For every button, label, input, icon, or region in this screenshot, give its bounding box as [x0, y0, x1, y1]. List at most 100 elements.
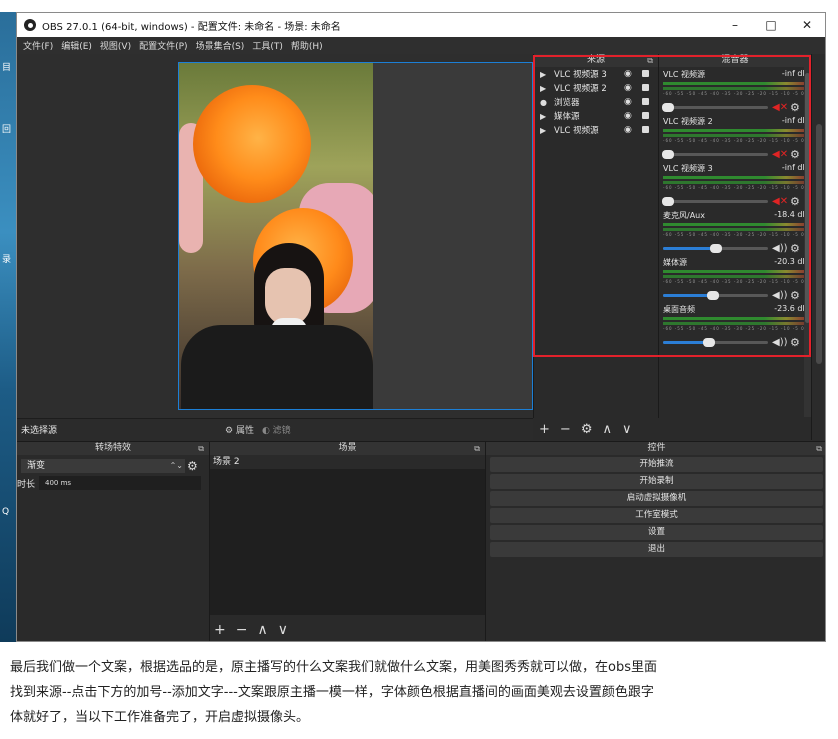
meter-ticks: -60 -55 -50 -45 -40 -35 -30 -25 -20 -15 … [663, 279, 805, 284]
muted-speaker-icon[interactable]: ◀✕ [772, 149, 788, 160]
volume-slider[interactable] [663, 290, 768, 300]
move-down-button[interactable]: ∨ [622, 422, 632, 437]
volume-meter [663, 223, 808, 226]
close-button[interactable]: ✕ [789, 18, 825, 32]
mixer-panel: 混音器 VLC 视频源 -inf dB -60 -55 -50 -45 -40 -3… [658, 54, 811, 418]
menu-edit[interactable]: 编辑(E) [61, 39, 92, 52]
title-bar: OBS 27.0.1 (64-bit, windows) - 配置文件: 未命名… [17, 13, 825, 37]
maximize-button[interactable]: □ [753, 18, 789, 32]
volume-slider[interactable] [663, 337, 768, 347]
spinner-icon[interactable]: ⌃⌄ [170, 459, 183, 473]
desktop-icon-label: Q [2, 507, 10, 517]
menu-view[interactable]: 视图(V) [100, 39, 131, 52]
add-scene-button[interactable]: + [214, 622, 226, 638]
remove-scene-button[interactable]: − [236, 622, 248, 638]
source-item[interactable]: ● 浏览器 ◉ [534, 95, 658, 109]
mixer-channel-header: VLC 视频源 3 -inf dB [663, 163, 808, 174]
properties-button[interactable]: ⚙ 属性 [225, 423, 254, 436]
gear-icon[interactable]: ⚙ [790, 101, 800, 114]
volume-slider[interactable] [662, 149, 768, 159]
minimize-button[interactable]: – [717, 18, 753, 32]
eye-icon[interactable]: ◉ [624, 69, 632, 79]
gear-icon[interactable]: ⚙ [790, 148, 800, 161]
lock-icon[interactable] [642, 98, 649, 105]
menu-scene-collection[interactable]: 场景集合(S) [196, 39, 245, 52]
add-source-button[interactable]: + [539, 422, 550, 437]
meter-ticks: -60 -55 -50 -45 -40 -35 -30 -25 -20 -15 … [663, 326, 805, 331]
play-icon: ▶ [540, 125, 547, 135]
volume-meter [663, 317, 808, 320]
start-streaming-button[interactable]: 开始推流 [490, 457, 823, 472]
gear-icon[interactable]: ⚙ [790, 242, 800, 255]
source-properties-button[interactable]: ⚙ [581, 422, 593, 437]
gear-icon[interactable]: ⚙ [187, 459, 198, 473]
settings-button[interactable]: 设置 [490, 525, 823, 540]
gear-icon[interactable]: ⚙ [790, 195, 800, 208]
gear-icon[interactable]: ⚙ [790, 336, 800, 349]
move-up-button[interactable]: ∧ [602, 422, 612, 437]
volume-meter [663, 228, 808, 231]
meter-ticks: -60 -55 -50 -45 -40 -35 -30 -25 -20 -15 … [663, 185, 805, 190]
video-source-frame [179, 63, 373, 409]
exit-button[interactable]: 退出 [490, 542, 823, 557]
remove-source-button[interactable]: − [560, 422, 571, 437]
scenes-toolbar: + − ∧ ∨ [210, 616, 486, 641]
volume-slider[interactable] [663, 243, 768, 253]
speaker-icon[interactable]: ◀)) [772, 337, 788, 348]
muted-speaker-icon[interactable]: ◀✕ [772, 196, 788, 207]
mixer-channel-db: -18.4 dB [774, 210, 808, 219]
eye-icon[interactable]: ◉ [624, 83, 632, 93]
filters-button[interactable]: ◐ 滤镜 [262, 423, 291, 436]
lock-icon[interactable] [642, 126, 649, 133]
muted-speaker-icon[interactable]: ◀✕ [772, 102, 788, 113]
undock-icon[interactable]: ⧉ [198, 442, 204, 455]
meter-ticks: -60 -55 -50 -45 -40 -35 -30 -25 -20 -15 … [663, 91, 805, 96]
eye-icon[interactable]: ◉ [624, 97, 632, 107]
menu-tools[interactable]: 工具(T) [252, 39, 283, 52]
mixer-channel-header: VLC 视频源 2 -inf dB [663, 116, 808, 127]
gear-icon[interactable]: ⚙ [790, 289, 800, 302]
speaker-icon[interactable]: ◀)) [772, 243, 788, 254]
undock-icon[interactable]: ⧉ [816, 442, 822, 455]
volume-meter [663, 270, 808, 273]
menu-profile[interactable]: 配置文件(P) [139, 39, 187, 52]
scene-down-button[interactable]: ∨ [278, 622, 288, 638]
scenes-header: 场景 ⧉ [210, 442, 485, 455]
duration-row: 时长 400 ms [17, 476, 201, 490]
lock-icon[interactable] [642, 70, 649, 77]
eye-icon[interactable]: ◉ [624, 125, 632, 135]
volume-meter [663, 82, 808, 85]
source-item[interactable]: ▶ VLC 视频源 2 ◉ [534, 81, 658, 95]
mixer-channel-header: 麦克风/Aux -18.4 dB [663, 210, 808, 221]
desktop-icon-label: 录 [2, 255, 12, 265]
no-source-label: 未选择源 [21, 426, 58, 436]
source-item[interactable]: ▶ VLC 视频源 3 ◉ [534, 67, 658, 81]
preview-area [17, 54, 533, 418]
start-recording-button[interactable]: 开始录制 [490, 474, 823, 489]
caption-line: 体就好了，当以下工作准备完了，开启虚拟摄像头。 [10, 710, 310, 725]
duration-input[interactable]: 400 ms [39, 476, 201, 490]
start-virtual-camera-button[interactable]: 启动虚拟摄像机 [490, 491, 823, 506]
undock-icon[interactable]: ⧉ [647, 54, 653, 67]
source-item[interactable]: ▶ VLC 视频源 ◉ [534, 123, 658, 137]
volume-slider[interactable] [662, 102, 768, 112]
right-edge-scroll[interactable] [811, 54, 825, 440]
undock-icon[interactable]: ⧉ [474, 442, 480, 455]
lock-icon[interactable] [642, 84, 649, 91]
studio-mode-button[interactable]: 工作室模式 [490, 508, 823, 523]
source-item[interactable]: ▶ 媒体源 ◉ [534, 109, 658, 123]
lock-icon[interactable] [642, 112, 649, 119]
scene-up-button[interactable]: ∧ [257, 622, 267, 638]
eye-icon[interactable]: ◉ [624, 111, 632, 121]
speaker-icon[interactable]: ◀)) [772, 290, 788, 301]
menu-help[interactable]: 帮助(H) [291, 39, 323, 52]
transition-select[interactable]: 渐变 ⌃⌄ [21, 459, 185, 473]
sources-panel: 来源 ⧉ ▶ VLC 视频源 3 ◉ ▶ VLC 视频源 2 ◉ ● 浏览器 ◉ ▶ 媒体源 ◉ … [533, 54, 658, 418]
volume-slider[interactable] [662, 196, 768, 206]
mixer-scrollbar[interactable] [804, 67, 811, 417]
scene-item[interactable]: 场景 2 [210, 455, 486, 469]
menu-file[interactable]: 文件(F) [23, 39, 53, 52]
mixer-channel-db: -23.6 dB [774, 304, 808, 313]
preview-canvas[interactable] [178, 62, 533, 410]
mixer-channel-name: VLC 视频源 [663, 70, 706, 79]
